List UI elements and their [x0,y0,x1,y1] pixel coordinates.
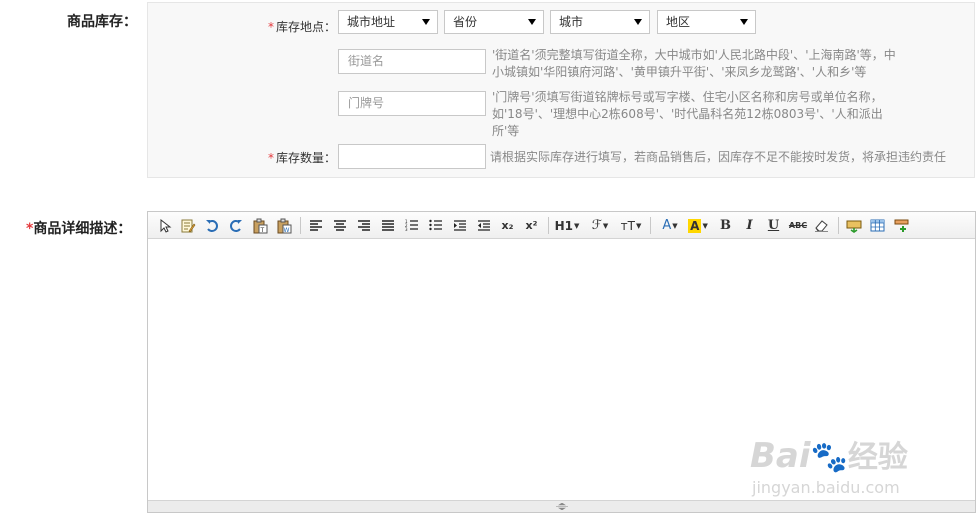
heading-dropdown[interactable]: H1 ▼ [554,216,580,235]
undo-icon[interactable] [202,216,221,235]
select-pointer-icon[interactable] [156,216,175,235]
insert-row-icon[interactable] [892,216,911,235]
font-color-label: A [662,218,672,233]
font-size-dropdown[interactable]: тT ▼ [618,216,644,235]
underline-button[interactable]: U [764,216,783,235]
insert-image-icon[interactable] [844,216,863,235]
italic-button[interactable]: I [740,216,759,235]
address-type-select[interactable]: 城市地址 [338,10,438,34]
stock-quantity-input[interactable] [338,144,486,169]
align-center-icon[interactable] [330,216,349,235]
city-select[interactable]: 城市 [550,10,650,34]
bold-button[interactable]: B [716,216,735,235]
stock-location-label: * 库存地点： [268,20,337,34]
stock-quantity-hint: 请根据实际库存进行填写，若商品销售后，因库存不足不能按时发货，将承担违约责任 [490,150,947,164]
svg-text:3: 3 [405,227,408,232]
highlight-label: A [688,218,702,233]
door-number-input[interactable]: 门牌号 [338,91,486,116]
underline-label: U [767,218,780,233]
toolbar-separator [838,217,839,234]
toolbar-separator [548,217,549,234]
caret-down-icon: ▼ [574,221,580,230]
street-placeholder: 街道名 [348,54,385,68]
highlight-color-button[interactable]: A ▼ [686,216,710,235]
city-value: 城市 [559,15,584,29]
required-star: * [268,151,274,165]
caret-down-icon: ▼ [672,221,678,230]
italic-label: I [746,218,753,233]
superscript-label: x² [525,219,538,232]
bold-label: B [720,218,731,233]
insert-table-icon[interactable] [868,216,887,235]
subscript-label: x₂ [501,219,514,232]
baidu-watermark-url: jingyan.baidu.com [752,478,900,497]
font-family-label: ℱ [591,218,602,233]
redo-icon[interactable] [226,216,245,235]
chevron-down-icon [528,19,536,25]
eraser-icon[interactable] [812,216,831,235]
district-select[interactable]: 地区 [657,10,756,34]
stock-section-label: 商品库存： [67,14,137,30]
editor-toolbar: T W 123 x₂ x² H1 ▼ ℱ ▼ тT ▼ A ▼ A ▼ B I … [148,212,975,239]
district-value: 地区 [666,15,691,29]
door-number-hint: '门牌号'须填写街道铭牌标号或写字楼、住宅小区名称和房号或单位名称， 如'18号… [492,90,883,138]
stock-quantity-label: * 库存数量： [268,151,337,165]
chevron-down-icon [422,19,430,25]
font-size-label: тT [620,218,635,233]
province-select[interactable]: 省份 [444,10,544,34]
ordered-list-icon[interactable]: 123 [402,216,421,235]
detail-section-label: *商品详细描述： [26,221,132,237]
paste-word-icon[interactable]: W [274,216,293,235]
unordered-list-icon[interactable] [426,216,445,235]
svg-text:T: T [259,227,264,234]
caret-down-icon: ▼ [702,221,708,230]
baidu-watermark-logo: Bai🐾经验 [750,436,908,476]
chevron-down-icon [740,19,748,25]
toolbar-separator [300,217,301,234]
svg-text:W: W [283,227,289,234]
paste-icon[interactable]: T [250,216,269,235]
street-input[interactable]: 街道名 [338,49,486,74]
indent-icon[interactable] [450,216,469,235]
street-hint: '街道名'须完整填写街道全称，大中城市如'人民北路中段'、'上海南路'等，中 小… [492,48,896,79]
toolbar-separator [650,217,651,234]
heading-label: H1 [554,218,573,233]
door-number-placeholder: 门牌号 [348,96,385,110]
subscript-button[interactable]: x₂ [498,216,517,235]
paw-icon: 🐾 [810,440,848,475]
chevron-down-icon [634,19,642,25]
strikethrough-label: ABC [788,221,808,230]
superscript-button[interactable]: x² [522,216,541,235]
source-edit-icon[interactable] [178,216,197,235]
font-color-button[interactable]: A ▼ [658,216,682,235]
align-left-icon[interactable] [306,216,325,235]
caret-down-icon: ▼ [602,221,609,230]
stock-panel: * 库存地点： 城市地址 省份 城市 地区 街道名 '街道名'须完整填写街道全称，… [147,2,975,178]
province-value: 省份 [453,15,478,29]
font-family-dropdown[interactable]: ℱ ▼ [588,216,612,235]
outdent-icon[interactable] [474,216,493,235]
strikethrough-button[interactable]: ABC [787,216,809,235]
align-right-icon[interactable] [354,216,373,235]
editor-resize-handle[interactable] [148,500,975,512]
address-type-value: 城市地址 [347,15,396,29]
required-star: * [268,20,274,34]
caret-down-icon: ▼ [635,221,642,230]
resize-grip-icon [556,503,568,510]
align-justify-icon[interactable] [378,216,397,235]
